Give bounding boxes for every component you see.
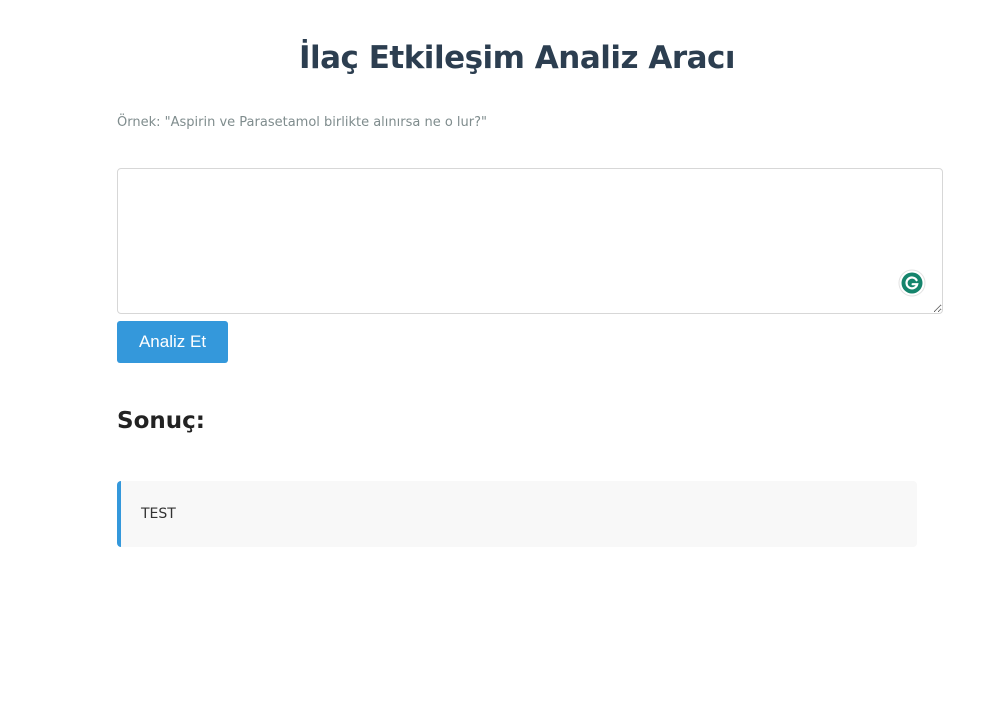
page-title: İlaç Etkileşim Analiz Aracı (298, 40, 736, 76)
example-hint: Örnek: "Aspirin ve Parasetamol birlikte … (117, 115, 487, 130)
query-input-container (117, 168, 943, 314)
page: İlaç Etkileşim Analiz Aracı Örnek: "Aspi… (0, 0, 1002, 715)
result-heading: Sonuç: (117, 408, 205, 434)
analyze-button[interactable]: Analiz Et (117, 321, 228, 363)
result-text: TEST (141, 506, 176, 522)
result-box: TEST (117, 481, 917, 547)
grammarly-icon[interactable] (898, 269, 926, 297)
query-textarea[interactable] (117, 168, 943, 314)
